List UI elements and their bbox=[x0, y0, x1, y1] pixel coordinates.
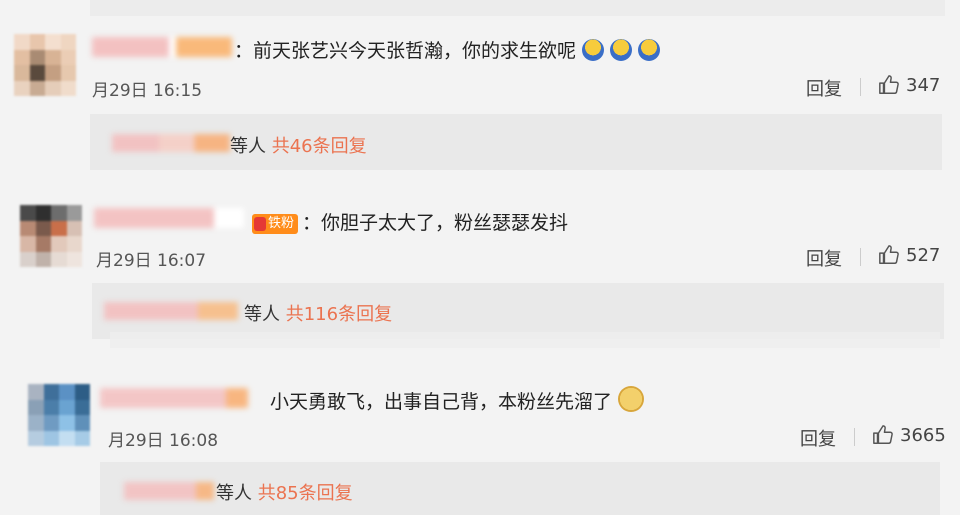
username-blurred[interactable] bbox=[92, 37, 232, 57]
divider bbox=[860, 248, 861, 266]
sub-reply-users-blurred bbox=[104, 302, 238, 320]
username-blurred[interactable] bbox=[100, 388, 248, 408]
like-button[interactable]: 527 bbox=[878, 244, 940, 266]
like-count: 3665 bbox=[900, 424, 946, 446]
sub-reply-count-link[interactable]: 共85条回复 bbox=[258, 483, 353, 504]
sad-emoji-icon bbox=[610, 39, 633, 61]
sub-reply-summary[interactable]: 等人 共116条回复 bbox=[244, 300, 392, 326]
comment-text-content: ：前天张艺兴今天张哲瀚，你的求生欲呢 bbox=[234, 40, 577, 62]
reply-button[interactable]: 回复 bbox=[806, 245, 842, 271]
sub-reply-count-link[interactable]: 共116条回复 bbox=[286, 304, 392, 325]
username-blurred[interactable] bbox=[94, 208, 244, 228]
sub-reply-count-link[interactable]: 共46条回复 bbox=[272, 136, 367, 157]
sub-reply-suffix: 等人 bbox=[244, 304, 280, 325]
sub-reply-users-blurred bbox=[112, 134, 230, 152]
divider bbox=[854, 428, 855, 446]
like-button[interactable]: 347 bbox=[878, 74, 940, 96]
comment-text: ：前天张艺兴今天张哲瀚，你的求生欲呢 bbox=[234, 36, 666, 63]
thumbs-up-icon bbox=[873, 425, 893, 444]
like-button[interactable]: 3665 bbox=[872, 424, 946, 446]
like-count: 527 bbox=[906, 244, 941, 266]
fan-badge: 铁粉 bbox=[252, 214, 299, 234]
sub-reply-suffix: 等人 bbox=[230, 136, 266, 157]
comment-text: 小天勇敢飞，出事自己背，本粉丝先溜了 bbox=[270, 386, 650, 414]
sub-reply-suffix: 等人 bbox=[216, 483, 252, 504]
sad-emoji-icon bbox=[638, 39, 661, 61]
comment-text-content: ：你胆子太大了，粉丝瑟瑟发抖 bbox=[302, 212, 569, 234]
reply-button[interactable]: 回复 bbox=[806, 75, 842, 101]
timestamp: 月29日 16:07 bbox=[96, 251, 207, 271]
avatar[interactable] bbox=[14, 34, 76, 96]
avatar[interactable] bbox=[20, 205, 82, 267]
divider bbox=[860, 78, 861, 96]
sub-reply-users-blurred bbox=[124, 482, 214, 500]
avatar[interactable] bbox=[28, 384, 90, 446]
timestamp: 月29日 16:15 bbox=[92, 81, 203, 101]
thumbs-up-icon bbox=[879, 75, 899, 94]
comment-text: 铁粉 ：你胆子太大了，粉丝瑟瑟发抖 bbox=[252, 208, 568, 235]
thumbs-up-icon bbox=[879, 245, 899, 264]
like-count: 347 bbox=[906, 74, 941, 96]
reply-button[interactable]: 回复 bbox=[800, 425, 836, 451]
sad-emoji-icon bbox=[582, 39, 605, 61]
dog-emoji-icon bbox=[618, 386, 645, 412]
timestamp: 月29日 16:08 bbox=[108, 431, 219, 451]
previous-comment-strip bbox=[90, 0, 945, 16]
sub-reply-summary[interactable]: 等人 共85条回复 bbox=[216, 479, 353, 505]
comment-text-content: 小天勇敢飞，出事自己背，本粉丝先溜了 bbox=[270, 391, 613, 413]
overlapping-ghost-strip bbox=[110, 332, 940, 348]
sub-reply-summary[interactable]: 等人 共46条回复 bbox=[230, 132, 367, 158]
